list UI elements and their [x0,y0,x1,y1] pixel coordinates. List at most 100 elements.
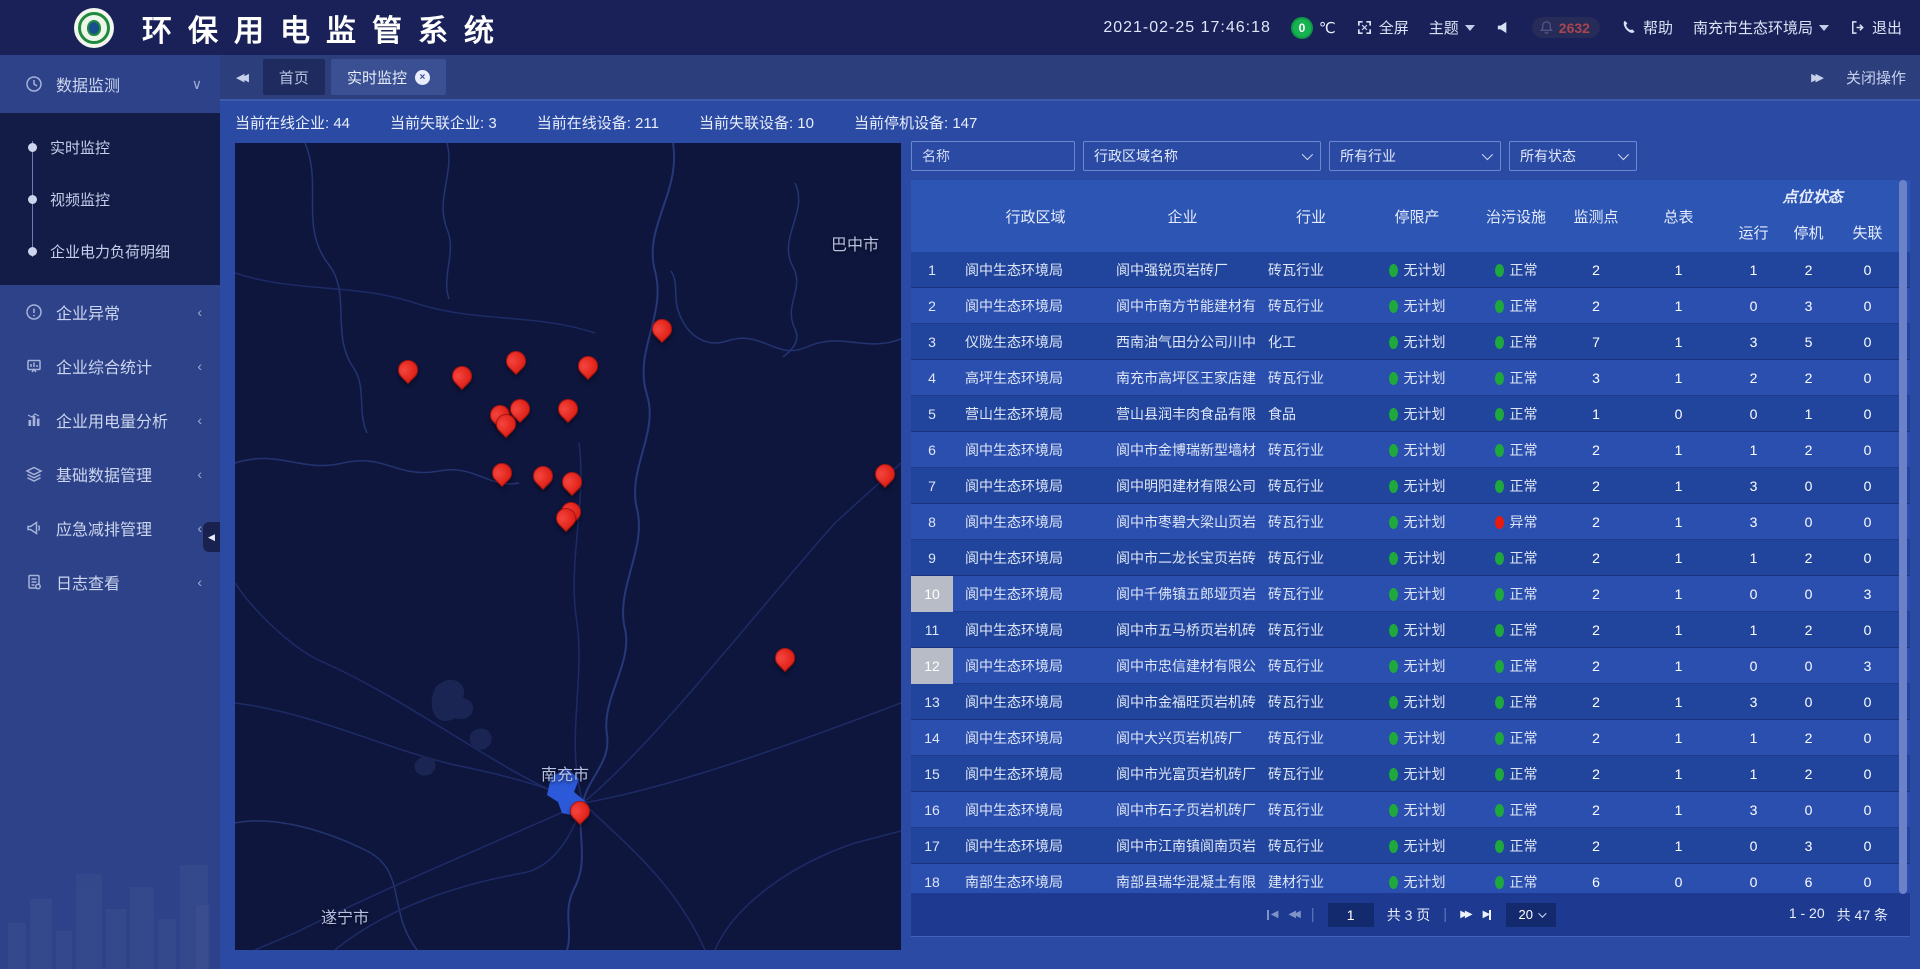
status-filter-select[interactable]: 所有状态 [1509,141,1637,171]
table-row[interactable]: 16阆中生态环境局阆中市石子页岩机砖厂砖瓦行业无计划正常21300 [911,792,1910,828]
table-row[interactable]: 11阆中生态环境局阆中市五马桥页岩机砖砖瓦行业无计划正常21120 [911,612,1910,648]
column-group-point-status: 点位状态 运行 停机 失联 [1726,180,1899,252]
stopped-cell: 2 [1781,252,1836,288]
sidebar-item-5[interactable]: 应急减排管理‹ [0,501,220,555]
region-filter-select[interactable]: 行政区域名称 [1083,141,1321,171]
org-menu[interactable]: 南充市生态环境局 [1693,17,1829,38]
stopped-cell: 2 [1781,540,1836,576]
status-label: 无计划 [1404,728,1446,748]
chevron-left-icon: ‹ [197,358,202,374]
table-row[interactable]: 8阆中生态环境局阆中市枣碧大梁山页岩砖瓦行业无计划异常21300 [911,504,1910,540]
tab-0[interactable]: 首页 [263,59,325,95]
status-label: 正常 [1510,872,1538,892]
table-row[interactable]: 5营山生态环境局营山县润丰肉食品有限食品无计划正常10010 [911,396,1910,432]
status-label: 无计划 [1404,836,1446,856]
status-label: 正常 [1510,692,1538,712]
sidebar-item-3[interactable]: 企业用电量分析‹ [0,393,220,447]
status-cell: 正常 [1471,828,1561,864]
sidebar-item-1[interactable]: 企业异常‹ [0,285,220,339]
tabs-scroll-left-button[interactable]: ◀◀ [236,71,249,84]
gauge-icon [25,75,43,93]
stat-item-0: 当前在线企业: 44 [235,112,350,133]
table-row[interactable]: 4高坪生态环境局南充市高坪区王家店建砖瓦行业无计划正常31220 [911,360,1910,396]
table-row[interactable]: 1阆中生态环境局阆中强锐页岩砖厂砖瓦行业无计划正常21120 [911,252,1910,288]
sidebar-subitem-1[interactable]: 视频监控 [0,173,220,225]
table-row[interactable]: 7阆中生态环境局阆中明阳建材有限公司砖瓦行业无计划正常21300 [911,468,1910,504]
sidebar-subitem-0[interactable]: 实时监控 [0,121,220,173]
close-icon[interactable]: × [415,70,430,85]
industry-filter-select[interactable]: 所有行业 [1329,141,1501,171]
table-body: 1阆中生态环境局阆中强锐页岩砖厂砖瓦行业无计划正常211202阆中生态环境局阆中… [911,252,1910,893]
stats-board-icon [25,357,43,375]
fullscreen-button[interactable]: 全屏 [1356,17,1409,38]
table-row[interactable]: 2阆中生态环境局阆中市南方节能建材有砖瓦行业无计划正常21030 [911,288,1910,324]
volume-button[interactable] [1495,19,1512,36]
tabs-scroll-right-button[interactable]: ▶▶ [1811,71,1824,84]
company-cell: 南充市高坪区王家店建 [1106,360,1259,396]
page-input[interactable] [1328,903,1374,927]
industry-cell: 砖瓦行业 [1259,648,1363,684]
points-cell: 2 [1561,540,1631,576]
running-cell: 3 [1726,684,1781,720]
map-roads [235,143,901,950]
table-row[interactable]: 17阆中生态环境局阆中市江南镇阆南页岩砖瓦行业无计划正常21030 [911,828,1910,864]
table-row[interactable]: 3仪陇生态环境局西南油气田分公司川中化工无计划正常71350 [911,324,1910,360]
sidebar-item-0[interactable]: 数据监测∨ [0,55,220,113]
map-collapse-button[interactable]: ◀ [203,522,220,552]
table-row[interactable]: 9阆中生态环境局阆中市二龙长宝页岩砖砖瓦行业无计划正常21120 [911,540,1910,576]
chevron-down-icon [1538,909,1546,917]
first-page-button[interactable]: ◀ [1265,909,1276,920]
row-index-cell: 11 [911,612,953,648]
notification-badge[interactable]: 2632 [1532,17,1600,38]
region-cell: 阆中生态环境局 [953,252,1106,288]
help-button[interactable]: 帮助 [1620,17,1673,38]
company-cell: 阆中市江南镇阆南页岩 [1106,828,1259,864]
status-cell: 无计划 [1363,828,1471,864]
table-row[interactable]: 15阆中生态环境局阆中市光富页岩机砖厂砖瓦行业无计划正常21120 [911,756,1910,792]
points-cell: 2 [1561,612,1631,648]
skyline-building [158,919,176,969]
temperature-badge: 0 [1291,17,1313,39]
status-label: 正常 [1510,800,1538,820]
sidebar-item-2[interactable]: 企业综合统计‹ [0,339,220,393]
table-row[interactable]: 13阆中生态环境局阆中市金福旺页岩机砖砖瓦行业无计划正常21300 [911,684,1910,720]
table-row[interactable]: 14阆中生态环境局阆中大兴页岩机砖厂砖瓦行业无计划正常21120 [911,720,1910,756]
next-page-button[interactable]: ▶▶ [1460,909,1469,920]
table-row[interactable]: 12阆中生态环境局阆中市忠信建材有限公砖瓦行业无计划正常21003 [911,648,1910,684]
theme-menu[interactable]: 主题 [1429,17,1475,38]
table-row[interactable]: 10阆中生态环境局阆中千佛镇五郎垭页岩砖瓦行业无计划正常21003 [911,576,1910,612]
status-cell: 异常 [1471,504,1561,540]
company-cell: 阆中市忠信建材有限公 [1106,648,1259,684]
close-operations-button[interactable]: 关闭操作 [1846,67,1906,88]
tab-label: 实时监控 [347,67,407,88]
region-cell: 营山生态环境局 [953,396,1106,432]
logout-button[interactable]: 退出 [1849,17,1902,38]
sidebar-item-4[interactable]: 基础数据管理‹ [0,447,220,501]
skyline-building [56,931,72,969]
tab-1[interactable]: 实时监控 × [331,59,446,95]
chevron-left-icon: ‹ [197,412,202,428]
chevron-down-icon [1819,25,1829,31]
name-filter-input[interactable] [911,141,1075,171]
points-cell: 2 [1561,684,1631,720]
page-size-select[interactable]: 20 [1506,903,1556,927]
status-green-dot [1495,804,1504,817]
prev-page-button[interactable]: ◀◀ [1288,909,1297,920]
table-scrollbar[interactable] [1899,180,1907,894]
table-row[interactable]: 18南部生态环境局南部县瑞华混凝土有限建材行业无计划正常60060 [911,864,1910,893]
region-cell: 阆中生态环境局 [953,648,1106,684]
status-cell: 无计划 [1363,468,1471,504]
map-panel[interactable]: 巴中市南充市遂宁市 [235,143,901,950]
sidebar-item-6[interactable]: 日志查看‹ [0,555,220,609]
last-page-button[interactable]: ▶ [1483,909,1494,920]
company-cell: 阆中市南方节能建材有 [1106,288,1259,324]
offline-cell: 0 [1836,360,1899,396]
table-row[interactable]: 6阆中生态环境局阆中市金博瑞新型墙材砖瓦行业无计划正常21120 [911,432,1910,468]
status-cell: 正常 [1471,684,1561,720]
sidebar-subitem-2[interactable]: 企业电力负荷明细 [0,225,220,277]
column-header-company: 企业 [1106,180,1259,252]
status-green-dot [1389,804,1398,817]
company-cell: 阆中市五马桥页岩机砖 [1106,612,1259,648]
row-index-cell: 7 [911,468,953,504]
status-green-dot [1495,552,1504,565]
